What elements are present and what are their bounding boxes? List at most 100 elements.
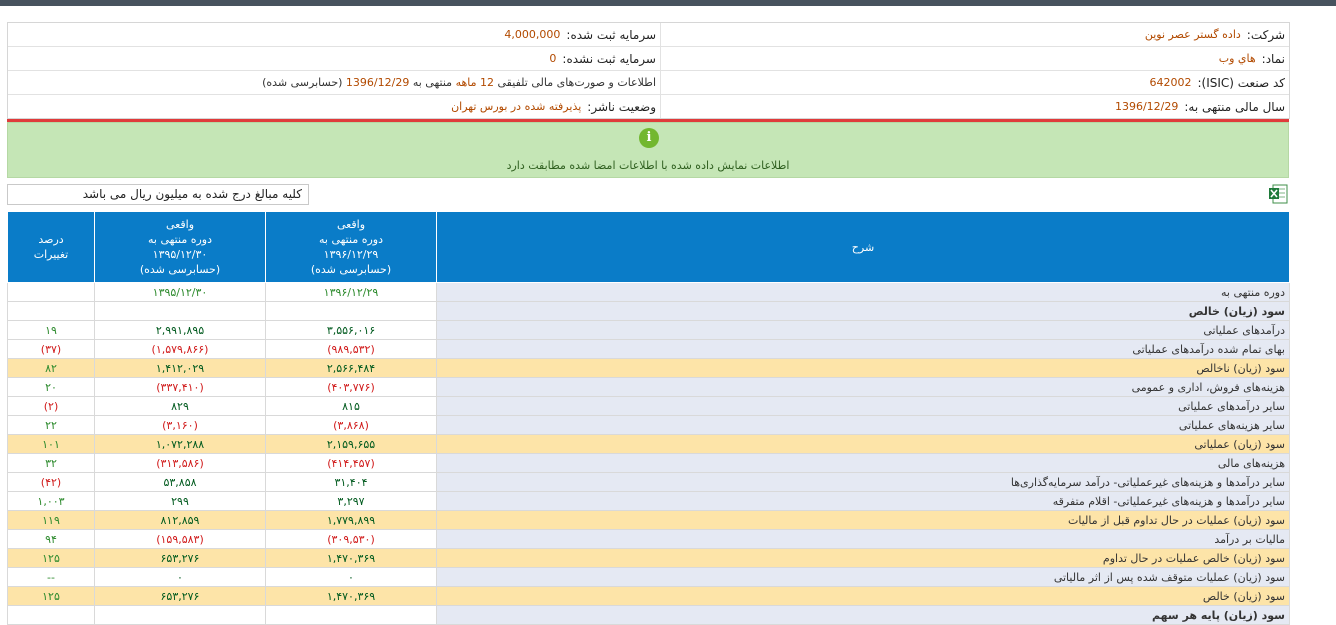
top-bar: [0, 0, 1336, 6]
row-description: بهای تمام شده درآمدهای عملیاتی: [436, 339, 1290, 359]
value-1395: ۲۹۹: [94, 491, 266, 511]
change-percent: ۱۲۵: [7, 548, 95, 568]
header-description: شرح: [436, 211, 1290, 283]
row-description: هزینه‌های فروش، اداری و عمومی: [436, 377, 1290, 397]
value-1396: ۸۱۵: [265, 396, 437, 416]
publisher-status-label: وضعیت ناشر:: [587, 99, 656, 114]
symbol-label: نماد:: [1261, 51, 1285, 66]
info-row-fiscal: سال مالی منتهی به: 1396/12/29 وضعیت ناشر…: [8, 95, 1289, 118]
row-description: سایر درآمدهای عملیاتی: [436, 396, 1290, 416]
value-1395: [94, 301, 266, 321]
value-1395: (۳,۱۶۰): [94, 415, 266, 435]
value-1395: (۳۱۳,۵۸۶): [94, 453, 266, 473]
table-row: سایر درآمدهای عملیاتی ۸۱۵ ۸۲۹ (۲): [7, 396, 1290, 416]
change-percent: [7, 301, 95, 321]
value-1395: ۱,۰۷۲,۲۸۸: [94, 434, 266, 454]
company-label: شرکت:: [1246, 27, 1285, 42]
change-percent: ۱,۰۰۳: [7, 491, 95, 511]
value-1396: (۳,۸۶۸): [265, 415, 437, 435]
change-percent: ۲۰: [7, 377, 95, 397]
table-row: مالیات بر درآمد (۳۰۹,۵۳۰) (۱۵۹,۵۸۳) ۹۴: [7, 529, 1290, 549]
header-period-1395: واقعی دوره منتهی به ۱۳۹۵/۱۲/۳۰ (حسابرسی …: [94, 211, 266, 283]
table-row: سایر درآمدها و هزینه‌های غیرعملیاتی- اقل…: [7, 491, 1290, 511]
value-1396: ۱,۴۷۰,۳۶۹: [265, 586, 437, 606]
change-percent: [7, 282, 95, 302]
row-description: سود (زیان) خالص: [436, 586, 1290, 606]
report-period: 12 ماهه: [455, 76, 495, 89]
info-row-isic: کد صنعت (ISIC): 642002 اطلاعات و صورت‌ها…: [8, 71, 1289, 95]
symbol-value[interactable]: هاي وب: [1219, 52, 1256, 65]
change-percent: ۱۱۹: [7, 510, 95, 530]
value-1395: (۱۵۹,۵۸۳): [94, 529, 266, 549]
row-description: سود (زیان) عملیاتی: [436, 434, 1290, 454]
row-description: سود (زیان) عملیات در حال تداوم قبل از ما…: [436, 510, 1290, 530]
report-mid: منتهی به: [412, 76, 453, 89]
info-icon: i: [639, 128, 659, 148]
row-description: سایر هزینه‌های عملیاتی: [436, 415, 1290, 435]
value-1395: ۵۳,۸۵۸: [94, 472, 266, 492]
capital-unregistered-value: 0: [549, 52, 557, 65]
value-1396: ۱,۷۷۹,۸۹۹: [265, 510, 437, 530]
value-1396: (۳۰۹,۵۳۰): [265, 529, 437, 549]
row-description: سود (زیان) عملیات متوقف شده پس از اثر ما…: [436, 567, 1290, 587]
change-percent: (۴۲): [7, 472, 95, 492]
table-row: سود (زیان) عملیات متوقف شده پس از اثر ما…: [7, 567, 1290, 587]
value-1396: ۲,۵۶۶,۴۸۴: [265, 358, 437, 378]
change-percent: ۹۴: [7, 529, 95, 549]
change-percent: ۱۲۵: [7, 586, 95, 606]
info-row-symbol: نماد: هاي وب سرمایه ثبت نشده: 0: [8, 47, 1289, 71]
fiscal-year-label: سال مالی منتهی به:: [1184, 99, 1285, 114]
company-info-panel: شرکت: داده گستر عصر نوین سرمایه ثبت شده:…: [7, 22, 1290, 119]
change-percent: (۳۷): [7, 339, 95, 359]
value-1396: [265, 605, 437, 625]
report-prefix: اطلاعات و صورت‌های مالی تلفیقی: [497, 76, 656, 89]
table-row: سود (زیان) ناخالص ۲,۵۶۶,۴۸۴ ۱,۴۱۲,۰۲۹ ۸۲: [7, 358, 1290, 378]
capital-registered-value: 4,000,000: [504, 28, 561, 41]
value-1396: (۴۱۴,۴۵۷): [265, 453, 437, 473]
capital-unregistered-label: سرمایه ثبت نشده:: [562, 51, 656, 66]
table-row: سود (زیان) عملیات در حال تداوم قبل از ما…: [7, 510, 1290, 530]
company-name: داده گستر عصر نوین: [1144, 28, 1241, 41]
change-percent: --: [7, 567, 95, 587]
value-1395: (۱,۵۷۹,۸۶۶): [94, 339, 266, 359]
table-header-row: شرح واقعی دوره منتهی به ۱۳۹۶/۱۲/۲۹ (حساب…: [7, 211, 1290, 283]
value-1396: (۹۸۹,۵۳۲): [265, 339, 437, 359]
fiscal-year-value: 1396/12/29: [1114, 100, 1179, 113]
change-percent: ۱۰۱: [7, 434, 95, 454]
excel-export-icon[interactable]: [1268, 184, 1288, 204]
change-percent: ۸۲: [7, 358, 95, 378]
value-1395: ۱,۴۱۲,۰۲۹: [94, 358, 266, 378]
change-percent: ۲۲: [7, 415, 95, 435]
change-percent: (۲): [7, 396, 95, 416]
row-description: درآمدهای عملیاتی: [436, 320, 1290, 340]
change-percent: ۱۹: [7, 320, 95, 340]
value-1395: ۶۵۳,۲۷۶: [94, 586, 266, 606]
value-1396: (۴۰۳,۷۷۶): [265, 377, 437, 397]
row-description: سایر درآمدها و هزینه‌های غیرعملیاتی- درآ…: [436, 472, 1290, 492]
table-row: هزینه‌های فروش، اداری و عمومی (۴۰۳,۷۷۶) (۳…: [7, 377, 1290, 397]
table-row: سایر درآمدها و هزینه‌های غیرعملیاتی- درآ…: [7, 472, 1290, 492]
unit-note: کلیه مبالغ درج شده به میلیون ریال می باش…: [7, 184, 309, 205]
value-1396: ۱۳۹۶/۱۲/۲۹: [265, 282, 437, 302]
value-1396: [265, 301, 437, 321]
publisher-status-value: پذیرفته شده در بورس تهران: [451, 100, 582, 113]
income-statement-table: شرح واقعی دوره منتهی به ۱۳۹۶/۱۲/۲۹ (حساب…: [7, 211, 1290, 625]
row-description: سود (زیان) ناخالص: [436, 358, 1290, 378]
value-1396: ۳,۲۹۷: [265, 491, 437, 511]
value-1396: ۳,۵۵۶,۰۱۶: [265, 320, 437, 340]
value-1396: ۱,۴۷۰,۳۶۹: [265, 548, 437, 568]
row-description: سود (زیان) خالص عملیات در حال تداوم: [436, 548, 1290, 568]
table-row: درآمدهای عملیاتی ۳,۵۵۶,۰۱۶ ۲,۹۹۱,۸۹۵ ۱۹: [7, 320, 1290, 340]
table-row: سود (زیان) پایه هر سهم: [7, 605, 1290, 625]
value-1395: ۶۵۳,۲۷۶: [94, 548, 266, 568]
table-row: سود (زیان) خالص: [7, 301, 1290, 321]
change-percent: ۳۲: [7, 453, 95, 473]
report-audit-status: (حسابرسی شده): [262, 76, 343, 89]
value-1395: ۱۳۹۵/۱۲/۳۰: [94, 282, 266, 302]
value-1395: ۸۲۹: [94, 396, 266, 416]
report-date: 1396/12/29: [345, 76, 410, 89]
value-1395: ۰: [94, 567, 266, 587]
table-row: سود (زیان) عملیاتی ۲,۱۵۹,۶۵۵ ۱,۰۷۲,۲۸۸ ۱۰۱: [7, 434, 1290, 454]
value-1395: [94, 605, 266, 625]
verification-notice: i اطلاعات نمایش داده شده با اطلاعات امضا…: [7, 122, 1289, 178]
